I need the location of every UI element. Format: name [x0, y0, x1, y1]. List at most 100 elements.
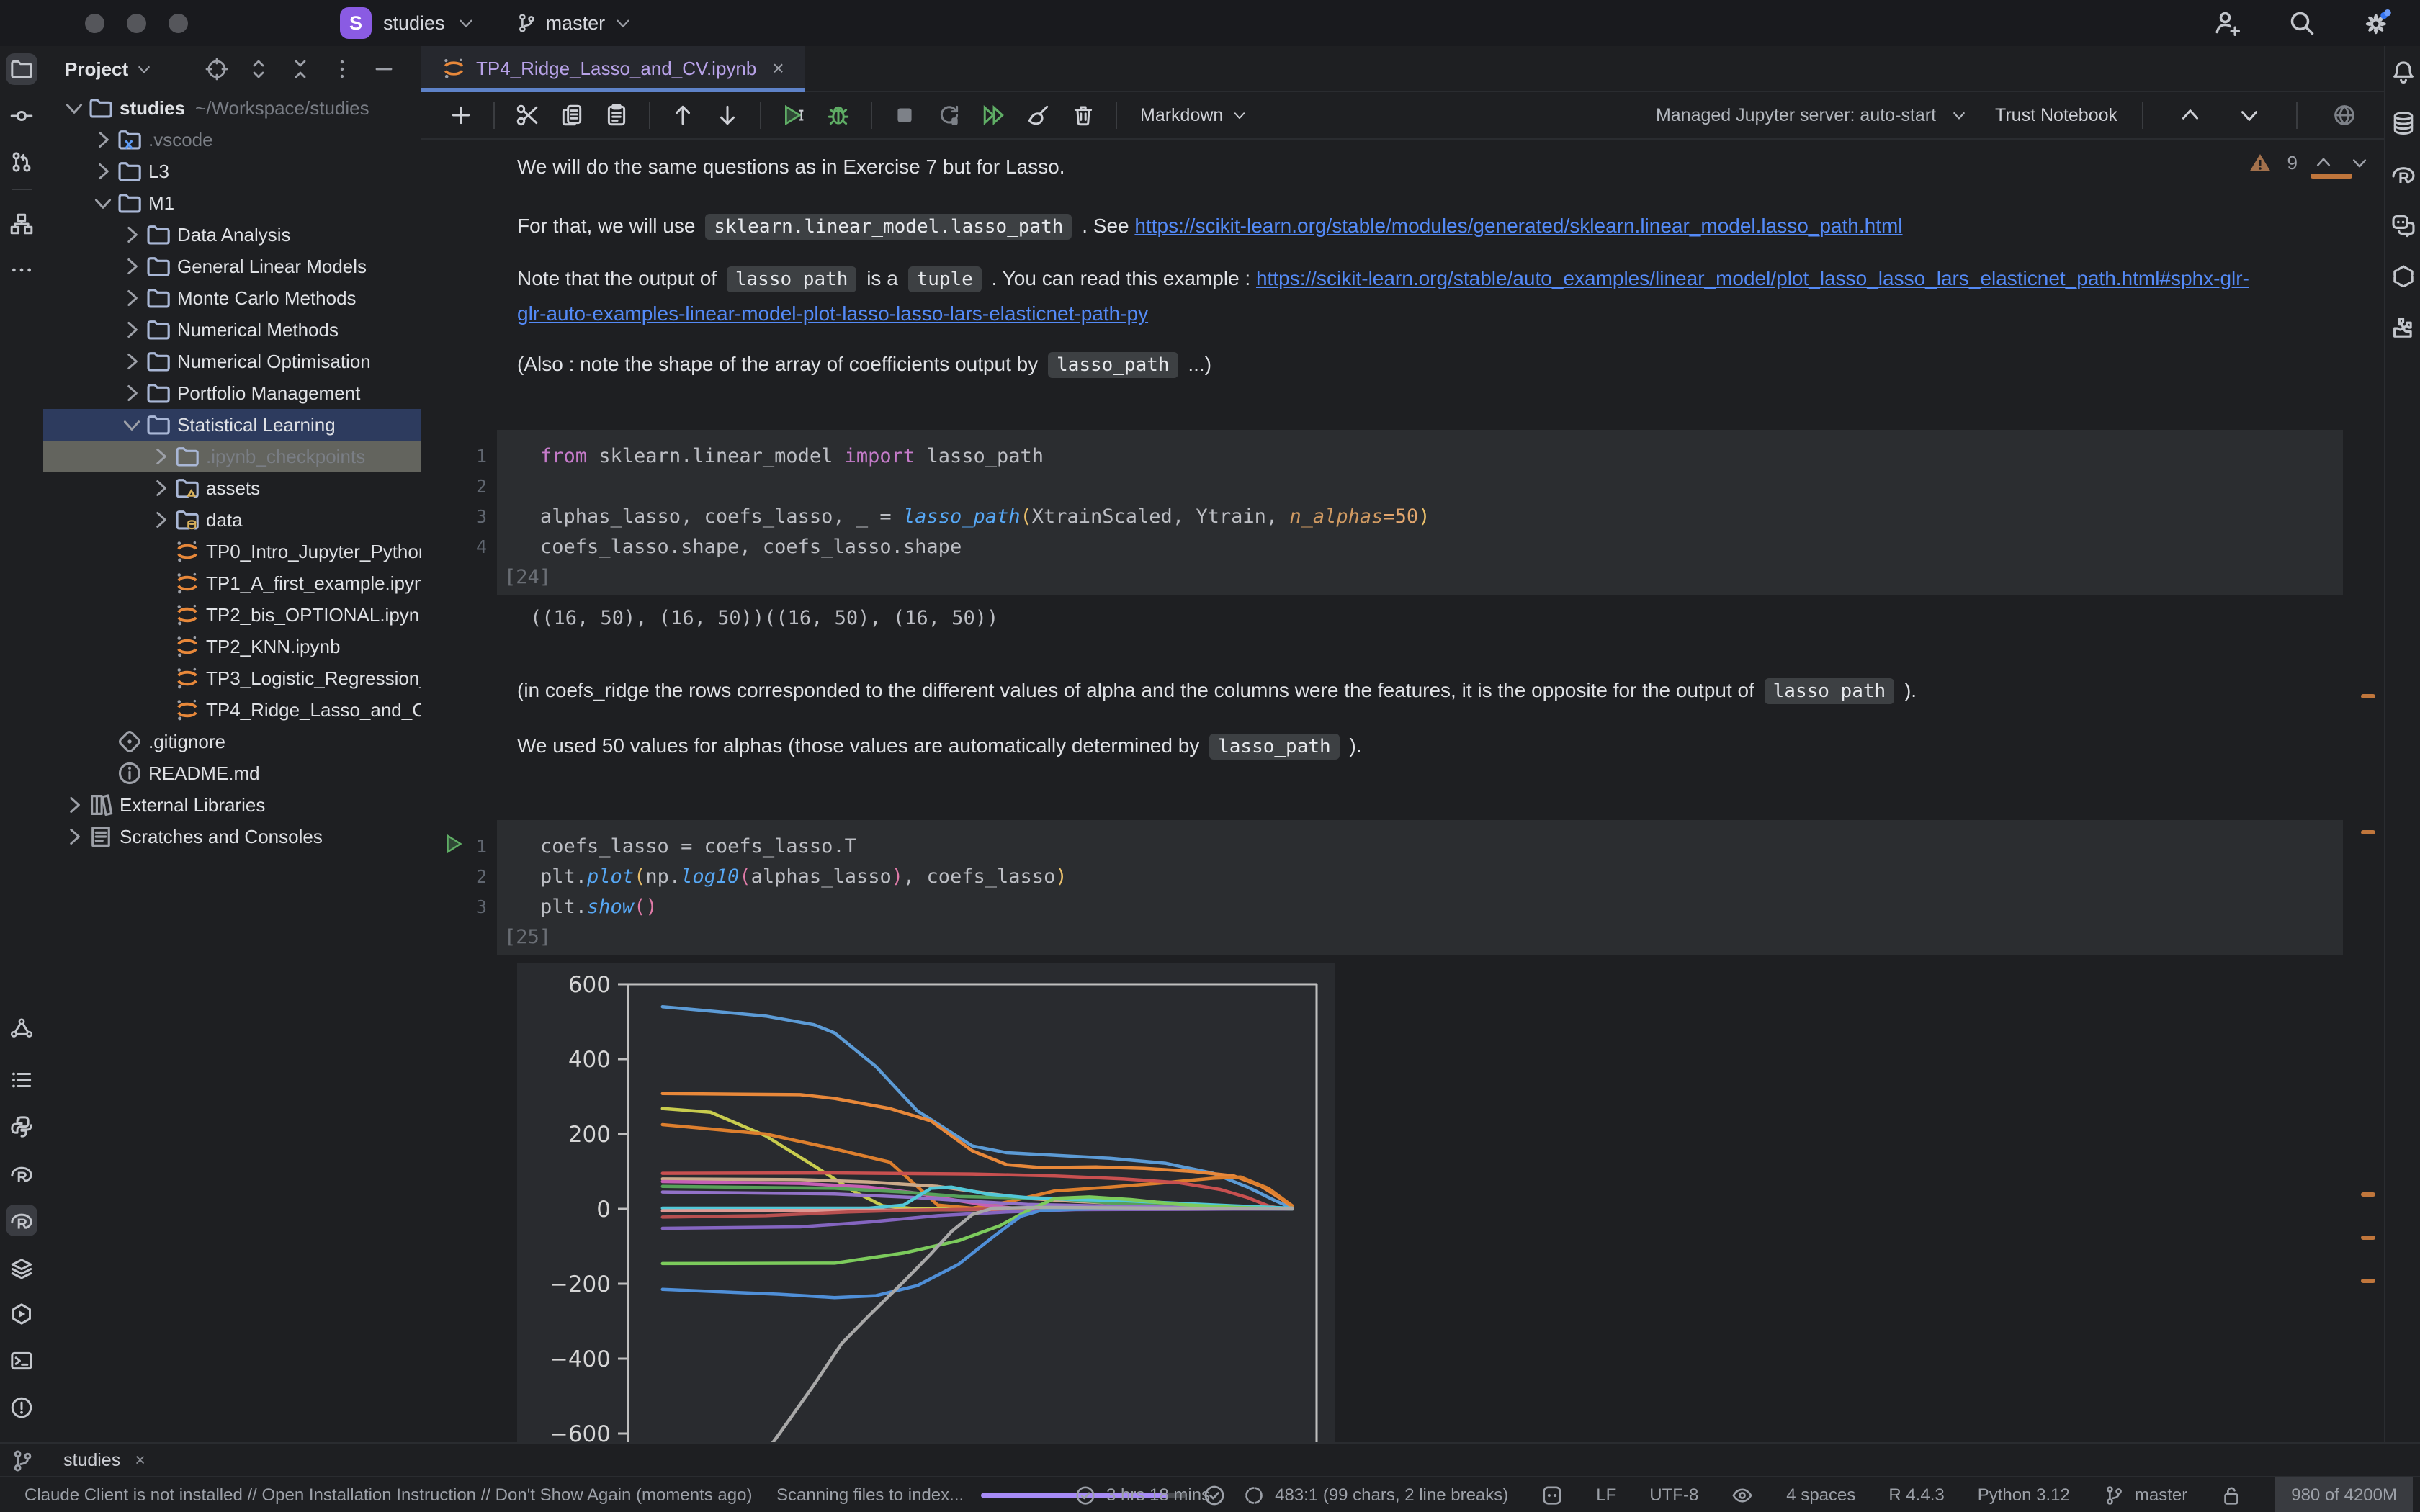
- markdown-link[interactable]: glr-auto-examples-linear-model-plot-lass…: [517, 302, 1148, 325]
- tree-item-data[interactable]: data: [43, 504, 421, 536]
- more-tool-windows-icon[interactable]: [6, 254, 37, 286]
- status-widget-3-hrs-18-mins[interactable]: 3 hrs 18 mins: [1075, 1477, 1210, 1512]
- run-all-cells-icon[interactable]: [979, 100, 1009, 130]
- database-icon[interactable]: [2388, 107, 2419, 139]
- prev-cell-icon[interactable]: [2175, 100, 2205, 130]
- prev-warning-icon[interactable]: [2313, 153, 2334, 173]
- tree-item-tp2-bis-optional-ipynb[interactable]: TP2_bis_OPTIONAL.ipynb: [43, 599, 421, 631]
- plugin-puzzle-icon[interactable]: [2388, 312, 2419, 343]
- project-folder-icon[interactable]: [6, 53, 37, 85]
- python-packages-icon[interactable]: [6, 1111, 37, 1143]
- tree-item-readme-md[interactable]: README.md: [43, 757, 421, 789]
- move-cell-up-icon[interactable]: [668, 100, 698, 130]
- tree-item-general-linear-models[interactable]: General Linear Models: [43, 251, 421, 282]
- tree-item-numerical-optimisation[interactable]: Numerical Optimisation: [43, 346, 421, 377]
- chevron-right-icon[interactable]: [148, 476, 173, 500]
- chevron-right-icon[interactable]: [148, 508, 173, 532]
- error-stripe-mark[interactable]: [2361, 1192, 2375, 1197]
- chevron-down-icon[interactable]: [135, 60, 153, 78]
- chevron-down-icon[interactable]: [62, 96, 86, 120]
- r-graphics-icon[interactable]: R: [6, 1158, 37, 1189]
- status-widget-utf-8[interactable]: UTF-8: [1649, 1477, 1698, 1512]
- code-cell[interactable]: 1234from sklearn.linear_model import las…: [421, 430, 2343, 595]
- error-stripe-mark[interactable]: [2361, 1279, 2375, 1283]
- code-with-me-icon[interactable]: [2213, 9, 2241, 37]
- error-stripe-mark[interactable]: [2361, 830, 2375, 834]
- cell-code[interactable]: coefs_lasso = coefs_lasso.Tplt.plot(np.l…: [497, 820, 2343, 955]
- collapse-all-icon[interactable]: [289, 58, 312, 81]
- cut-cell-icon[interactable]: [512, 100, 542, 130]
- status-widget-master[interactable]: master: [2103, 1477, 2187, 1512]
- chevron-right-icon[interactable]: [91, 127, 115, 152]
- move-cell-down-icon[interactable]: [712, 100, 743, 130]
- close-window-button[interactable]: [85, 14, 104, 33]
- tree-item-scratches-and-consoles[interactable]: Scratches and Consoles: [43, 821, 421, 852]
- debug-cell-icon[interactable]: [823, 100, 853, 130]
- locate-file-icon[interactable]: [205, 58, 228, 81]
- status-widget-unlock[interactable]: [2220, 1477, 2242, 1512]
- markdown-link[interactable]: https://scikit-learn.org/stable/modules/…: [1134, 215, 1902, 237]
- paste-cell-icon[interactable]: [601, 100, 632, 130]
- zoom-window-button[interactable]: [169, 14, 188, 33]
- status-widget-robot-grid[interactable]: [1541, 1477, 1563, 1512]
- tree-item-tp2-knn-ipynb[interactable]: TP2_KNN.ipynb: [43, 631, 421, 662]
- chevron-right-icon[interactable]: [120, 222, 144, 247]
- problems-icon[interactable]: [6, 1392, 37, 1423]
- add-cell-icon[interactable]: [446, 100, 476, 130]
- tree-item-tp1-a-first-example-ipynb[interactable]: TP1_A_first_example.ipynb: [43, 567, 421, 599]
- cell-code[interactable]: from sklearn.linear_model import lasso_p…: [497, 430, 2343, 595]
- run-cell-gutter-icon[interactable]: [443, 832, 465, 856]
- chevron-right-icon[interactable]: [120, 254, 144, 279]
- restart-kernel-icon[interactable]: [934, 100, 964, 130]
- layers-icon[interactable]: [6, 1251, 37, 1283]
- hexagon-ring-icon[interactable]: [2388, 261, 2419, 292]
- tree-item--ipynb-checkpoints[interactable]: .ipynb_checkpoints: [43, 441, 421, 472]
- pull-requests-icon[interactable]: [6, 146, 37, 178]
- ai-assistant-icon[interactable]: [2388, 210, 2419, 241]
- project-widget[interactable]: S studies: [340, 7, 475, 39]
- status-widget-980-of-4200m[interactable]: 980 of 4200M: [2275, 1477, 2413, 1512]
- vcs-widget[interactable]: master: [516, 12, 633, 35]
- tree-item--gitignore[interactable]: .gitignore: [43, 726, 421, 757]
- status-widget-lf[interactable]: LF: [1596, 1477, 1616, 1512]
- close-tool-tab-icon[interactable]: ×: [135, 1450, 145, 1471]
- status-widget-eye[interactable]: [1731, 1477, 1753, 1512]
- stop-kernel-icon[interactable]: [889, 100, 920, 130]
- status-widget-483-1-99-chars-2-line-breaks-[interactable]: 483:1 (99 chars, 2 line breaks): [1243, 1477, 1508, 1512]
- minimize-window-button[interactable]: [127, 14, 146, 33]
- tree-item-m1[interactable]: M1: [43, 187, 421, 219]
- more-options-icon[interactable]: [331, 58, 354, 81]
- delete-cell-icon[interactable]: [1068, 100, 1098, 130]
- tab-notebook[interactable]: TP4_Ridge_Lasso_and_CV.ipynb ×: [421, 46, 805, 91]
- next-cell-icon[interactable]: [2234, 100, 2264, 130]
- chevron-down-icon[interactable]: [91, 191, 115, 215]
- chevron-right-icon[interactable]: [120, 286, 144, 310]
- tool-window-tab[interactable]: studies: [63, 1450, 120, 1471]
- chevron-right-icon[interactable]: [120, 318, 144, 342]
- markdown-link[interactable]: https://scikit-learn.org/stable/auto_exa…: [1256, 267, 2249, 289]
- tree-item--vscode[interactable]: .vscode: [43, 124, 421, 156]
- tree-item-external-libraries[interactable]: External Libraries: [43, 789, 421, 821]
- error-stripe-mark[interactable]: [2361, 1236, 2375, 1240]
- run-cell-icon[interactable]: [779, 100, 809, 130]
- clear-outputs-icon[interactable]: [1023, 100, 1054, 130]
- warning-count[interactable]: 9: [2287, 145, 2298, 180]
- search-icon[interactable]: [2287, 9, 2316, 37]
- trust-notebook-button[interactable]: Trust Notebook: [1995, 105, 2118, 126]
- services-icon[interactable]: [6, 1298, 37, 1330]
- tree-item-portfolio-management[interactable]: Portfolio Management: [43, 377, 421, 409]
- hide-panel-icon[interactable]: [372, 58, 395, 81]
- tree-item-monte-carlo-methods[interactable]: Monte Carlo Methods: [43, 282, 421, 314]
- tree-item-data-analysis[interactable]: Data Analysis: [43, 219, 421, 251]
- copy-cell-icon[interactable]: [557, 100, 587, 130]
- notifications-bell-icon[interactable]: [2388, 56, 2419, 88]
- status-widget-r-4-4-3[interactable]: R 4.4.3: [1888, 1477, 1944, 1512]
- tree-item-tp0-intro-jupyter-python-ip[interactable]: TP0_Intro_Jupyter_Python.ip: [43, 536, 421, 567]
- tree-item-studies[interactable]: studies~/Workspace/studies: [43, 92, 421, 124]
- tree-item-assets[interactable]: assets: [43, 472, 421, 504]
- tree-item-tp4-ridge-lasso-and-cv-ip[interactable]: TP4_Ridge_Lasso_and_CV.ip: [43, 694, 421, 726]
- settings-gear-icon[interactable]: [2362, 9, 2391, 37]
- branch-name[interactable]: master: [546, 12, 606, 35]
- code-cell[interactable]: 123coefs_lasso = coefs_lasso.Tplt.plot(n…: [421, 820, 2343, 955]
- chevron-right-icon[interactable]: [148, 444, 173, 469]
